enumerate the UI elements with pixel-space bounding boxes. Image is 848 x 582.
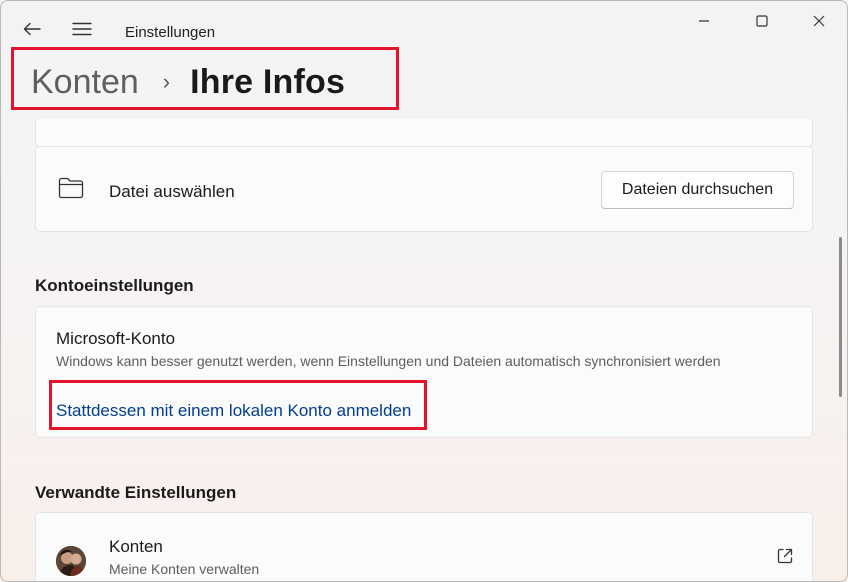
window-title: Einstellungen (125, 24, 216, 41)
previous-card (35, 119, 813, 149)
maximize-icon (756, 15, 768, 27)
vertical-scrollbar[interactable] (839, 237, 842, 397)
microsoft-account-title: Microsoft-Konto (56, 329, 176, 348)
account-settings-heading: Kontoeinstellungen (35, 276, 194, 295)
avatar (56, 546, 86, 576)
related-accounts-card[interactable]: Konten Meine Konten verwalten (35, 512, 813, 581)
related-accounts-title: Konten (109, 537, 163, 556)
close-button[interactable] (796, 5, 842, 37)
related-accounts-subtitle: Meine Konten verwalten (109, 561, 260, 577)
settings-window: Einstellungen Konten › Ihre Infos Datei … (0, 0, 848, 582)
minimize-button[interactable] (681, 5, 727, 37)
folder-icon (58, 177, 84, 204)
close-icon (813, 15, 825, 27)
browse-files-button[interactable]: Dateien durchsuchen (601, 171, 794, 209)
hamburger-menu-icon (72, 22, 92, 36)
related-settings-heading: Verwandte Einstellungen (35, 483, 237, 502)
highlight-box-breadcrumb (11, 47, 399, 110)
back-button[interactable] (12, 11, 52, 47)
open-external-icon[interactable] (776, 547, 794, 570)
choose-file-card: Datei auswählen Dateien durchsuchen (35, 146, 813, 232)
minimize-icon (699, 20, 709, 22)
title-bar: Einstellungen (1, 1, 847, 45)
microsoft-account-description: Windows kann besser genutzt werden, wenn… (56, 353, 721, 369)
highlight-box-local-account-link (49, 380, 427, 430)
settings-content: Datei auswählen Dateien durchsuchen Kont… (1, 119, 847, 581)
back-arrow-icon (23, 22, 41, 36)
maximize-button[interactable] (739, 5, 785, 37)
choose-file-label: Datei auswählen (109, 182, 235, 201)
navigation-menu-button[interactable] (62, 11, 102, 47)
